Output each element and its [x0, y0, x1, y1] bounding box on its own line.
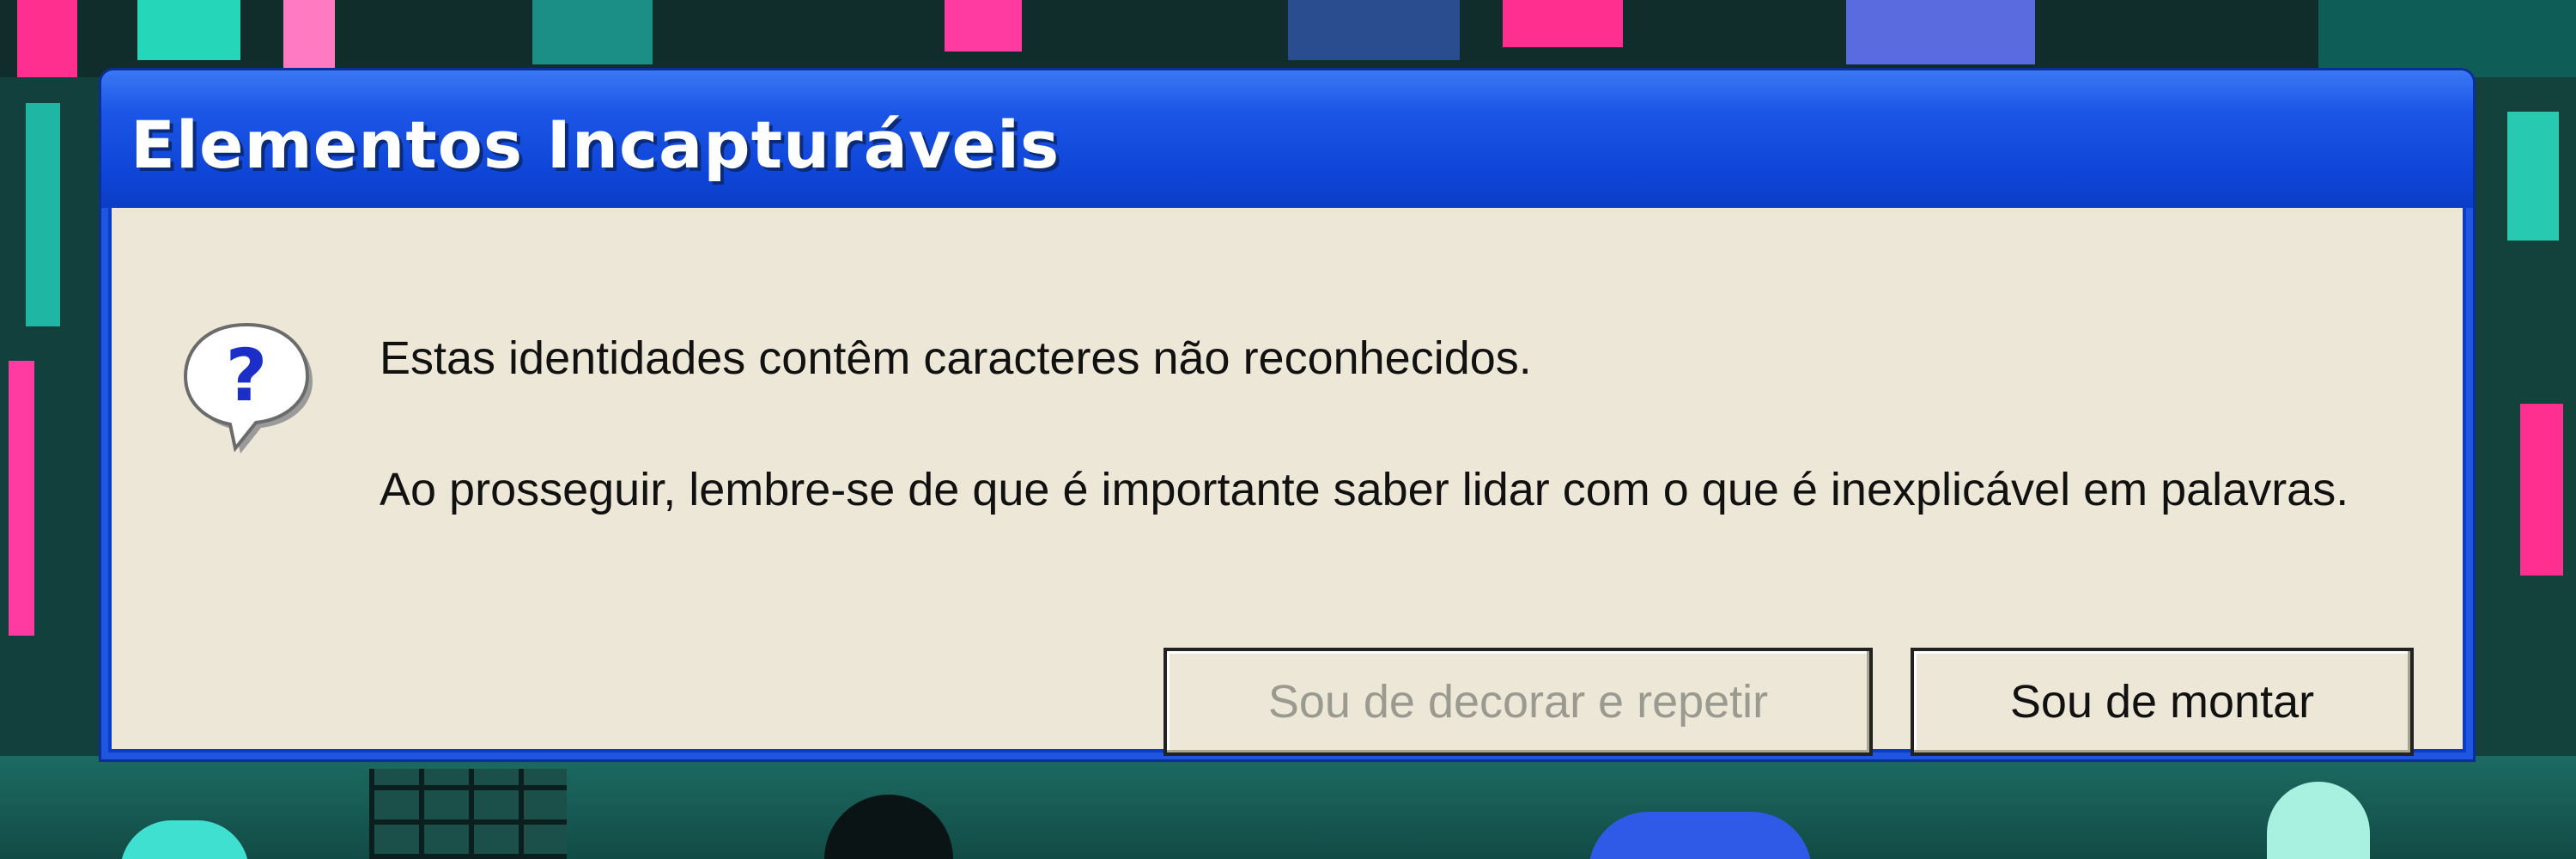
montar-button[interactable]: Sou de montar [1911, 648, 2414, 756]
message-dialog: Elementos Incapturáveis ? Estas identida… [101, 70, 2473, 759]
decorar-repetir-button[interactable]: Sou de decorar e repetir [1163, 648, 1873, 756]
svg-text:?: ? [226, 333, 268, 417]
question-bubble-icon: ? [183, 322, 313, 454]
dialog-body: ? Estas identidades contêm caracteres nã… [108, 208, 2466, 756]
message-line-2: Ao prosseguir, lembre-se de que é import… [380, 464, 2349, 515]
dialog-title: Elementos Incapturáveis [131, 107, 1060, 183]
dialog-titlebar[interactable]: Elementos Incapturáveis [101, 70, 2473, 208]
message-line-1: Estas identidades contêm caracteres não … [380, 332, 1532, 384]
